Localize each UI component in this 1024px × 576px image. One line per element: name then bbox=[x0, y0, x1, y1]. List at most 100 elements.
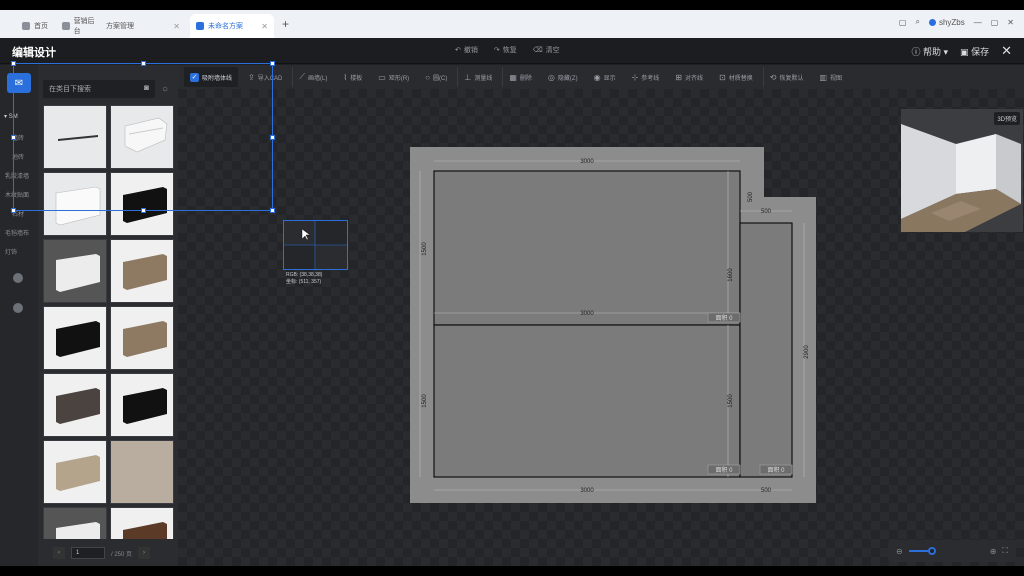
product-tile-light-wood-baseboard[interactable] bbox=[43, 440, 107, 504]
browser-tab-strip: 首页 营销后台 方案管理 ✕ 未命名方案 ✕ + ▢ ⌕ shyZbs — ▢ … bbox=[0, 10, 1024, 38]
product-thumbnail bbox=[44, 307, 106, 369]
toolbar-material-button[interactable]: ⊡ 材质替换 bbox=[713, 67, 759, 87]
product-tile-wood-baseboard[interactable] bbox=[110, 306, 174, 370]
minimize-icon[interactable]: — bbox=[974, 18, 982, 27]
eraser-icon: ⌫ bbox=[532, 47, 543, 54]
product-tile-gray-baseboard[interactable] bbox=[43, 239, 107, 303]
close-tab-icon[interactable]: ✕ bbox=[261, 22, 268, 31]
undo-button[interactable]: ↶ 撤销 bbox=[455, 45, 478, 55]
resize-handle[interactable] bbox=[11, 61, 16, 66]
browser-tab-home[interactable]: 首页 bbox=[16, 14, 54, 38]
room-preview-image bbox=[901, 109, 1023, 232]
product-thumbnail bbox=[44, 508, 106, 539]
browser-tab-marketing[interactable]: 营销后台 bbox=[56, 14, 106, 38]
resize-handle[interactable] bbox=[141, 208, 146, 213]
browser-tab-untitled[interactable]: 未命名方案 ✕ bbox=[190, 14, 274, 38]
page-total: / 250 页 bbox=[111, 551, 133, 558]
delete-icon: ▦ bbox=[509, 72, 517, 82]
toolbar-label: 显示 bbox=[603, 75, 616, 82]
product-thumbnail bbox=[111, 307, 173, 369]
rail-item[interactable]: 毛毡墙布 bbox=[5, 228, 29, 237]
resize-handle[interactable] bbox=[11, 135, 16, 140]
tab-list-icon[interactable]: ▢ bbox=[899, 18, 907, 27]
close-window-icon[interactable]: ✕ bbox=[1007, 18, 1014, 27]
picker-readout: RGB: (38,38,38) 坐标: (511, 357) bbox=[286, 272, 323, 285]
resize-handle[interactable] bbox=[270, 208, 275, 213]
clear-button[interactable]: ⌫ 清空 bbox=[533, 45, 560, 55]
floor-plan[interactable]: 3000 500 500 1500 1500 1600 3000 1500 2900 3000 50… bbox=[178, 89, 1024, 566]
product-tile-gray-baseboard[interactable] bbox=[43, 507, 107, 539]
dimension-label: 3000 bbox=[580, 488, 594, 494]
help-icon: ⓘ bbox=[911, 46, 921, 57]
zoom-handle[interactable] bbox=[927, 547, 936, 555]
room-right[interactable] bbox=[739, 222, 793, 478]
help-button[interactable]: ⓘ 帮助 ▾ bbox=[911, 45, 948, 58]
home-icon bbox=[22, 22, 30, 30]
close-icon[interactable]: ✕ bbox=[1001, 43, 1012, 59]
toolbar-label: 删除 bbox=[519, 75, 532, 82]
page-title: 编辑设计 bbox=[12, 47, 56, 59]
prev-page-button[interactable]: ‹ bbox=[53, 547, 65, 559]
dimension-label: 2900 bbox=[804, 345, 810, 359]
selection-rectangle[interactable] bbox=[11, 61, 275, 213]
user-icon[interactable] bbox=[13, 303, 23, 313]
toolbar-delete-button[interactable]: ▦ 删除 bbox=[502, 67, 538, 87]
product-thumbnail bbox=[111, 441, 173, 503]
toolbar-label: 参考线 bbox=[641, 75, 660, 82]
toolbar-measure-button[interactable]: ⊥ 测量线 bbox=[457, 67, 498, 87]
product-tile-walnut-baseboard[interactable] bbox=[110, 507, 174, 539]
room-lower[interactable] bbox=[433, 324, 741, 478]
maximize-icon[interactable]: ▢ bbox=[991, 18, 999, 27]
zoom-out-icon[interactable]: ⊖ bbox=[896, 547, 903, 556]
pagination: ‹ 1 / 250 页 › bbox=[43, 543, 173, 563]
save-button[interactable]: ▣ 保存 bbox=[960, 45, 989, 58]
toolbar-circle-button[interactable]: ○ 圆(C) bbox=[419, 67, 453, 87]
app-header: 编辑设计 ↶ 撤销 ↷ 恢复 ⌫ 清空 ⓘ 帮助 ▾ ▣ 保存 ✕ bbox=[0, 38, 1024, 64]
design-canvas[interactable]: 3000 500 500 1500 1500 1600 3000 1500 2900 3000 50… bbox=[178, 89, 1024, 566]
app-icon bbox=[196, 22, 204, 30]
color-picker-magnifier bbox=[283, 220, 348, 270]
redo-button[interactable]: ↷ 恢复 bbox=[494, 45, 517, 55]
product-tile-dark-wood-baseboard[interactable] bbox=[43, 373, 107, 437]
page-input[interactable]: 1 bbox=[71, 547, 105, 559]
product-tile-wood-baseboard[interactable] bbox=[110, 239, 174, 303]
resize-handle[interactable] bbox=[141, 61, 146, 66]
next-page-button[interactable]: › bbox=[138, 547, 151, 559]
room-upper[interactable] bbox=[433, 170, 741, 326]
toolbar-label: 矩形(R) bbox=[388, 75, 410, 82]
toolbar-reset-button[interactable]: ⟲ 恢复默认 bbox=[762, 67, 810, 87]
toolbar-rect-button[interactable]: ▭ 矩形(R) bbox=[372, 67, 415, 87]
product-tile-stone-texture[interactable] bbox=[110, 440, 174, 504]
close-tab-icon[interactable]: ✕ bbox=[173, 22, 180, 31]
toolbar-floor-button[interactable]: ⌇ 楼板 bbox=[337, 67, 368, 87]
resize-handle[interactable] bbox=[270, 61, 275, 66]
resize-handle[interactable] bbox=[270, 135, 275, 140]
view-icon: ▥ bbox=[819, 72, 828, 82]
toolbar-align-button[interactable]: ⊞ 对齐线 bbox=[669, 67, 709, 87]
toolbar-view-button[interactable]: ▥ 视图 bbox=[813, 67, 848, 87]
profile-button[interactable]: shyZbs bbox=[928, 18, 965, 27]
product-tile-black-baseboard[interactable] bbox=[43, 306, 107, 370]
search-icon[interactable]: ⌕ bbox=[915, 17, 919, 27]
toolbar-label: 材质替换 bbox=[728, 75, 753, 82]
resize-handle[interactable] bbox=[11, 208, 16, 213]
3d-preview-button[interactable]: 3D预览 bbox=[994, 112, 1020, 125]
toolbar-guide-button[interactable]: ⊹ 参考线 bbox=[626, 67, 666, 87]
browser-tab-plans[interactable]: 方案管理 ✕ bbox=[100, 14, 186, 38]
reset-icon: ⟲ bbox=[769, 72, 777, 82]
toolbar-label: 隐藏(Z) bbox=[557, 75, 578, 82]
new-tab-button[interactable]: + bbox=[282, 17, 289, 31]
toolbar-wall-button[interactable]: ⟋ 画墙(L) bbox=[292, 67, 333, 87]
3d-preview[interactable]: 3D预览 bbox=[901, 109, 1023, 232]
settings-icon[interactable] bbox=[13, 273, 23, 283]
rail-item[interactable]: 灯饰 bbox=[5, 247, 17, 256]
toolbar-hide-button[interactable]: ◎ 隐藏(Z) bbox=[542, 67, 584, 87]
fit-view-icon[interactable]: ⛶ bbox=[1002, 546, 1008, 556]
product-tile-black-baseboard[interactable] bbox=[110, 373, 174, 437]
dimension-label: 1500 bbox=[422, 394, 428, 408]
eye-icon: ◉ bbox=[593, 72, 601, 82]
toolbar-eye-button[interactable]: ◉ 显示 bbox=[588, 67, 622, 87]
zoom-slider[interactable] bbox=[908, 547, 936, 555]
page-icon bbox=[62, 22, 70, 30]
zoom-in-icon[interactable]: ⊕ bbox=[990, 547, 997, 556]
